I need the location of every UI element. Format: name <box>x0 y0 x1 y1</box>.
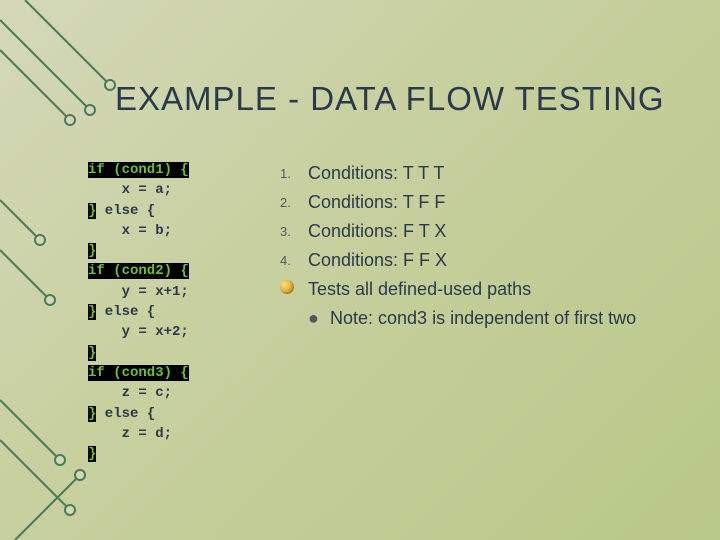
list-text: Conditions: T T T <box>308 160 700 187</box>
slide-title: EXAMPLE - DATA FLOW TESTING <box>115 80 665 118</box>
conditions-list: 1. Conditions: T T T 2. Conditions: T F … <box>280 160 700 332</box>
bullet-dot-icon: ● <box>308 305 330 332</box>
list-number: 4. <box>280 247 308 274</box>
globe-icon <box>280 276 308 303</box>
list-text: Conditions: T F F <box>308 189 700 216</box>
sub-bullet-text: Note: cond3 is independent of first two <box>330 305 700 332</box>
list-number: 2. <box>280 189 308 216</box>
list-number: 1. <box>280 160 308 187</box>
bullet-text: Tests all defined-used paths <box>308 276 700 303</box>
list-item: 3. Conditions: F T X <box>280 218 700 245</box>
list-item: 1. Conditions: T T T <box>280 160 700 187</box>
code-sample: if (cond1) { x = a; } else { x = b; } if… <box>88 160 258 464</box>
list-text: Conditions: F F X <box>308 247 700 274</box>
list-text: Conditions: F T X <box>308 218 700 245</box>
bullet-item: Tests all defined-used paths <box>280 276 700 303</box>
list-item: 2. Conditions: T F F <box>280 189 700 216</box>
list-item: 4. Conditions: F F X <box>280 247 700 274</box>
list-number: 3. <box>280 218 308 245</box>
sub-bullet-item: ● Note: cond3 is independent of first tw… <box>308 305 700 332</box>
